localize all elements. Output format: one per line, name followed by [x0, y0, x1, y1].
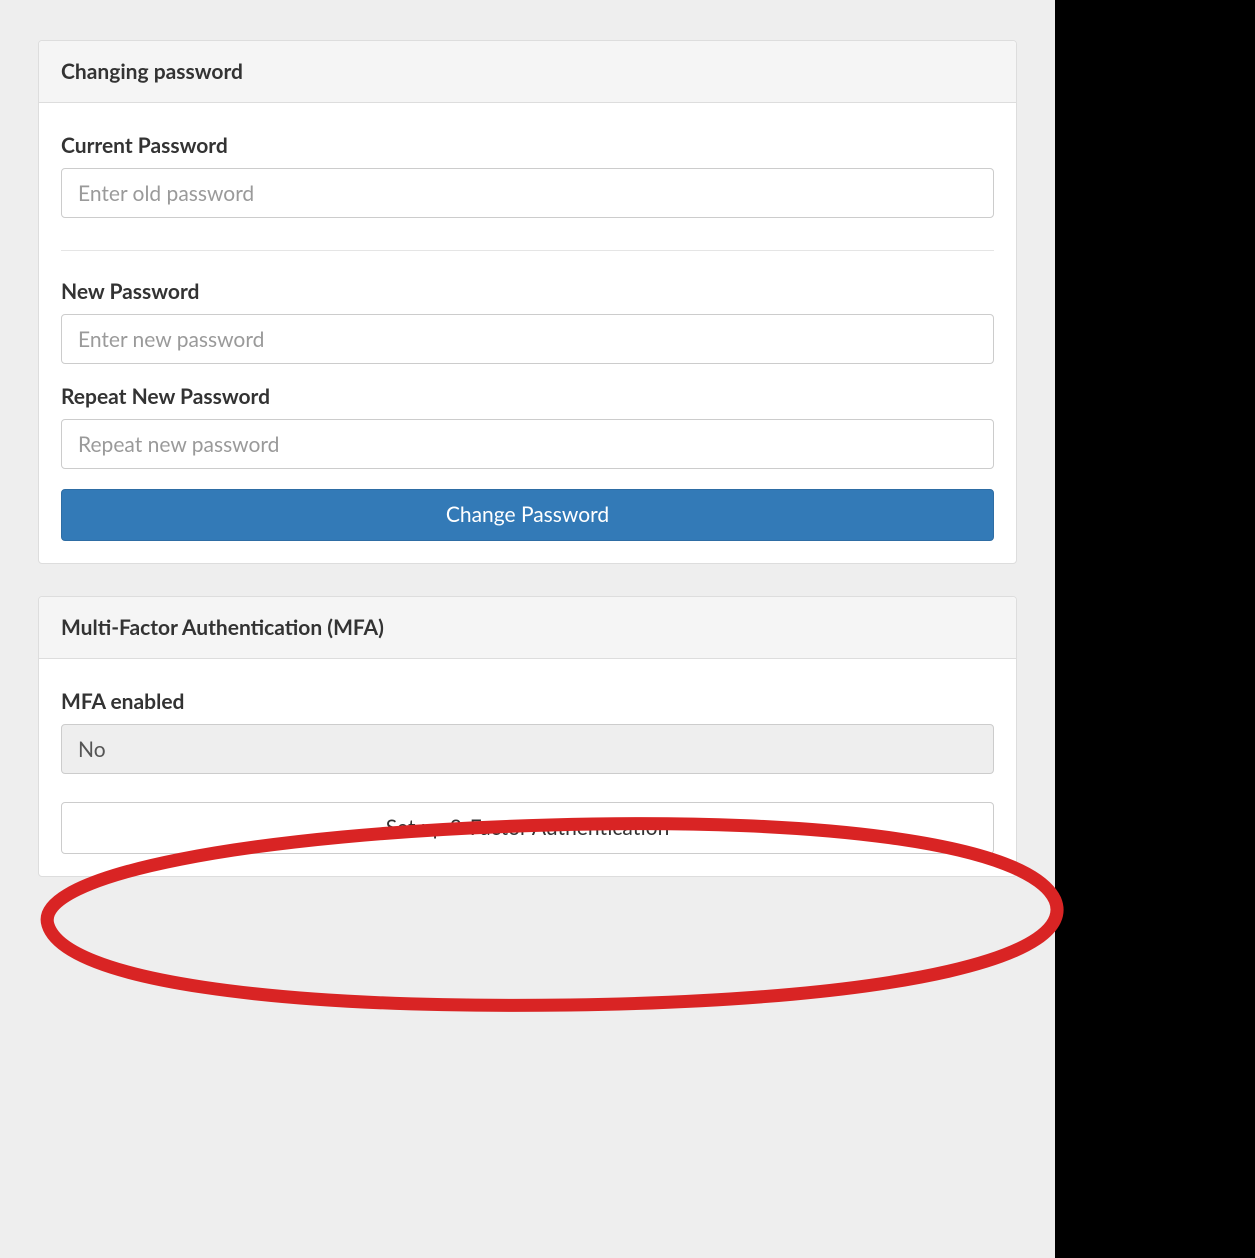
setup-2fa-button[interactable]: Set up 2-Factor Authentication [61, 802, 994, 854]
mfa-enabled-group: MFA enabled No [61, 689, 994, 774]
repeat-password-input[interactable] [61, 419, 994, 469]
changing-password-title: Changing password [61, 59, 994, 84]
changing-password-header: Changing password [39, 41, 1016, 103]
mfa-header: Multi-Factor Authentication (MFA) [39, 597, 1016, 659]
mfa-enabled-value: No [61, 724, 994, 774]
new-password-group: New Password [61, 250, 994, 364]
changing-password-panel: Changing password Current Password New P… [38, 40, 1017, 564]
right-shadow-region [1055, 0, 1255, 1258]
new-password-label: New Password [61, 279, 994, 304]
current-password-group: Current Password [61, 133, 994, 218]
new-password-input[interactable] [61, 314, 994, 364]
mfa-title: Multi-Factor Authentication (MFA) [61, 615, 994, 640]
repeat-password-group: Repeat New Password [61, 384, 994, 469]
current-password-input[interactable] [61, 168, 994, 218]
change-password-button[interactable]: Change Password [61, 489, 994, 541]
mfa-panel: Multi-Factor Authentication (MFA) MFA en… [38, 596, 1017, 877]
current-password-label: Current Password [61, 133, 994, 158]
repeat-password-label: Repeat New Password [61, 384, 994, 409]
mfa-enabled-label: MFA enabled [61, 689, 994, 714]
